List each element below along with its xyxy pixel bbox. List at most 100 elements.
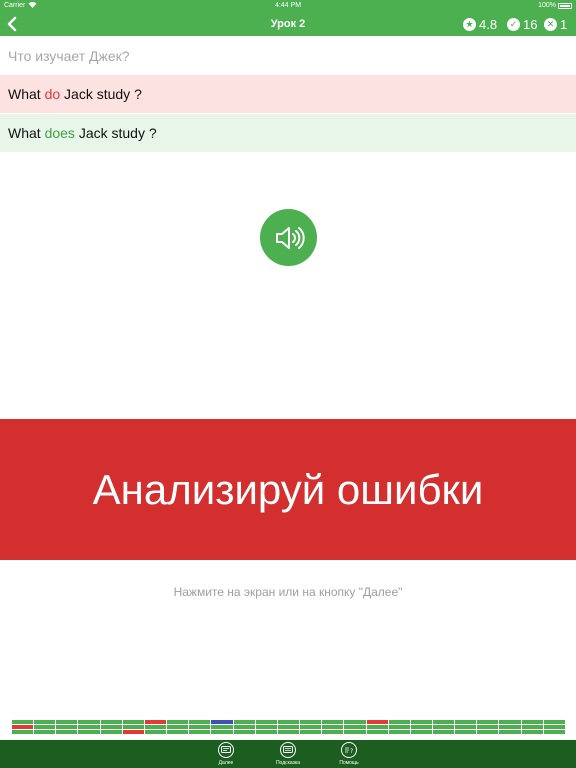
next-button[interactable]: Далее <box>206 742 246 768</box>
bottom-toolbar: Далее Подсказка ? Помощь <box>0 740 576 768</box>
progress-cell <box>477 720 499 724</box>
progress-cell <box>432 725 455 729</box>
progress-cell <box>455 725 477 729</box>
progress-cell <box>122 720 144 724</box>
progress-cell <box>499 730 521 734</box>
progress-cell <box>56 730 78 734</box>
progress-cell <box>144 720 167 724</box>
progress-cell <box>122 730 144 734</box>
help-button[interactable]: ? Помощь <box>329 742 369 768</box>
rating-stat: ★ 4.8 <box>463 16 497 32</box>
progress-cell <box>167 720 189 724</box>
progress-cell <box>521 720 543 724</box>
progress-cell <box>233 720 255 724</box>
hint-label: Подсказка <box>275 760 301 766</box>
progress-cell <box>277 730 300 734</box>
progress-cell <box>34 730 56 734</box>
progress-cell <box>366 720 388 724</box>
play-audio-button[interactable] <box>260 209 317 266</box>
status-bar: Carrier 4:44 PM 100% <box>0 0 576 12</box>
status-time: 4:44 PM <box>274 2 302 9</box>
progress-cell <box>499 725 521 729</box>
progress-cell <box>167 730 189 734</box>
progress-cell <box>12 730 34 734</box>
progress-cell <box>12 725 34 729</box>
banner-text: Анализируй ошибки <box>92 465 484 513</box>
progress-cell <box>189 720 211 724</box>
progress-cell <box>34 725 56 729</box>
progress-cell <box>300 720 322 724</box>
progress-cell <box>410 720 432 724</box>
progress-cell <box>78 725 100 729</box>
star-icon: ★ <box>463 17 476 31</box>
progress-cell <box>543 725 565 729</box>
analyze-mistakes-banner[interactable]: Анализируй ошибки <box>0 419 576 560</box>
progress-segment <box>432 720 455 734</box>
progress-cell <box>455 730 477 734</box>
hint-button[interactable]: Подсказка <box>268 742 308 768</box>
progress-cell <box>144 725 167 729</box>
check-icon: ✓ <box>507 17 520 31</box>
progress-segment <box>499 720 521 734</box>
progress-cell <box>499 720 521 724</box>
help-label: Помощь <box>339 760 359 766</box>
correct-answer-fixed-word: does <box>44 125 75 141</box>
progress-segment <box>78 720 100 734</box>
progress-cell <box>410 730 432 734</box>
progress-cell <box>277 725 300 729</box>
progress-cell <box>432 730 455 734</box>
question-label: Что изучает Джек? <box>8 48 130 64</box>
progress-cell <box>388 725 410 729</box>
progress-segment <box>144 720 167 734</box>
progress-cell <box>100 725 122 729</box>
correct-answer-after: Jack study ? <box>74 125 157 141</box>
svg-text:?: ? <box>350 748 353 755</box>
correct-answer-row: What does Jack study ? <box>0 114 576 152</box>
lesson-progress <box>12 720 565 734</box>
nav-bar: Урок 2 ★ 4.8 ✓ 16 ✕ 1 <box>0 12 576 36</box>
user-answer-row: What do Jack study ? <box>0 75 576 113</box>
progress-segment <box>233 720 255 734</box>
progress-cell <box>78 730 100 734</box>
progress-cell <box>100 720 122 724</box>
battery-label: 100% <box>538 2 556 9</box>
progress-segment <box>322 720 344 734</box>
progress-segment <box>12 720 34 734</box>
progress-segment <box>410 720 432 734</box>
progress-cell <box>211 730 233 734</box>
progress-cell <box>388 730 410 734</box>
progress-cell <box>255 720 277 724</box>
progress-cell <box>322 730 344 734</box>
progress-cell <box>521 730 543 734</box>
progress-segment <box>100 720 122 734</box>
progress-segment <box>455 720 477 734</box>
progress-cell <box>366 730 388 734</box>
continue-hint: Нажмите на экран или на кнопку "Далее" <box>173 585 403 599</box>
progress-cell <box>56 725 78 729</box>
cross-icon: ✕ <box>544 17 557 31</box>
progress-cell <box>100 730 122 734</box>
progress-segment <box>543 720 565 734</box>
progress-cell <box>167 725 189 729</box>
progress-segment <box>388 720 410 734</box>
wrong-count: 1 <box>560 16 568 32</box>
progress-cell <box>189 725 211 729</box>
help-icon: ? <box>341 742 357 758</box>
progress-cell <box>521 725 543 729</box>
progress-cell <box>344 725 366 729</box>
progress-cell <box>255 725 277 729</box>
progress-cell <box>78 720 100 724</box>
progress-cell <box>344 730 366 734</box>
progress-segment <box>477 720 499 734</box>
progress-cell <box>300 730 322 734</box>
question-text: Что изучает Джек? <box>0 37 576 75</box>
progress-cell <box>233 730 255 734</box>
progress-segment <box>366 720 388 734</box>
progress-cell <box>388 720 410 724</box>
progress-cell <box>122 725 144 729</box>
correct-count: 16 <box>523 16 538 32</box>
progress-cell <box>56 720 78 724</box>
user-answer-before: What <box>8 86 45 102</box>
progress-cell <box>410 725 432 729</box>
progress-cell <box>211 720 233 724</box>
